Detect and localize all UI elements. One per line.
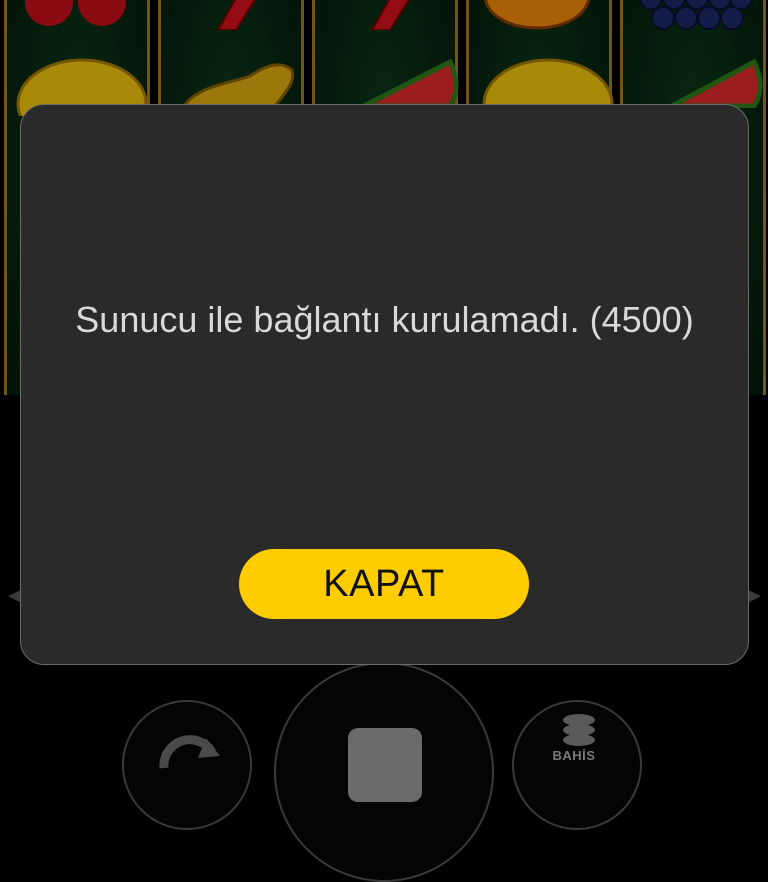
close-button[interactable]: KAPAT xyxy=(239,549,529,619)
bet-button[interactable] xyxy=(512,700,642,830)
error-message: Sunucu ile bağlantı kurulamadı. (4500) xyxy=(75,299,694,340)
autoplay-icon xyxy=(159,735,220,769)
autoplay-button[interactable] xyxy=(122,700,252,830)
error-dialog: Sunucu ile bağlantı kurulamadı. (4500) K… xyxy=(20,104,749,665)
coins-icon xyxy=(563,714,595,746)
bet-label: BAHİS xyxy=(552,748,596,763)
stop-icon xyxy=(348,728,422,802)
